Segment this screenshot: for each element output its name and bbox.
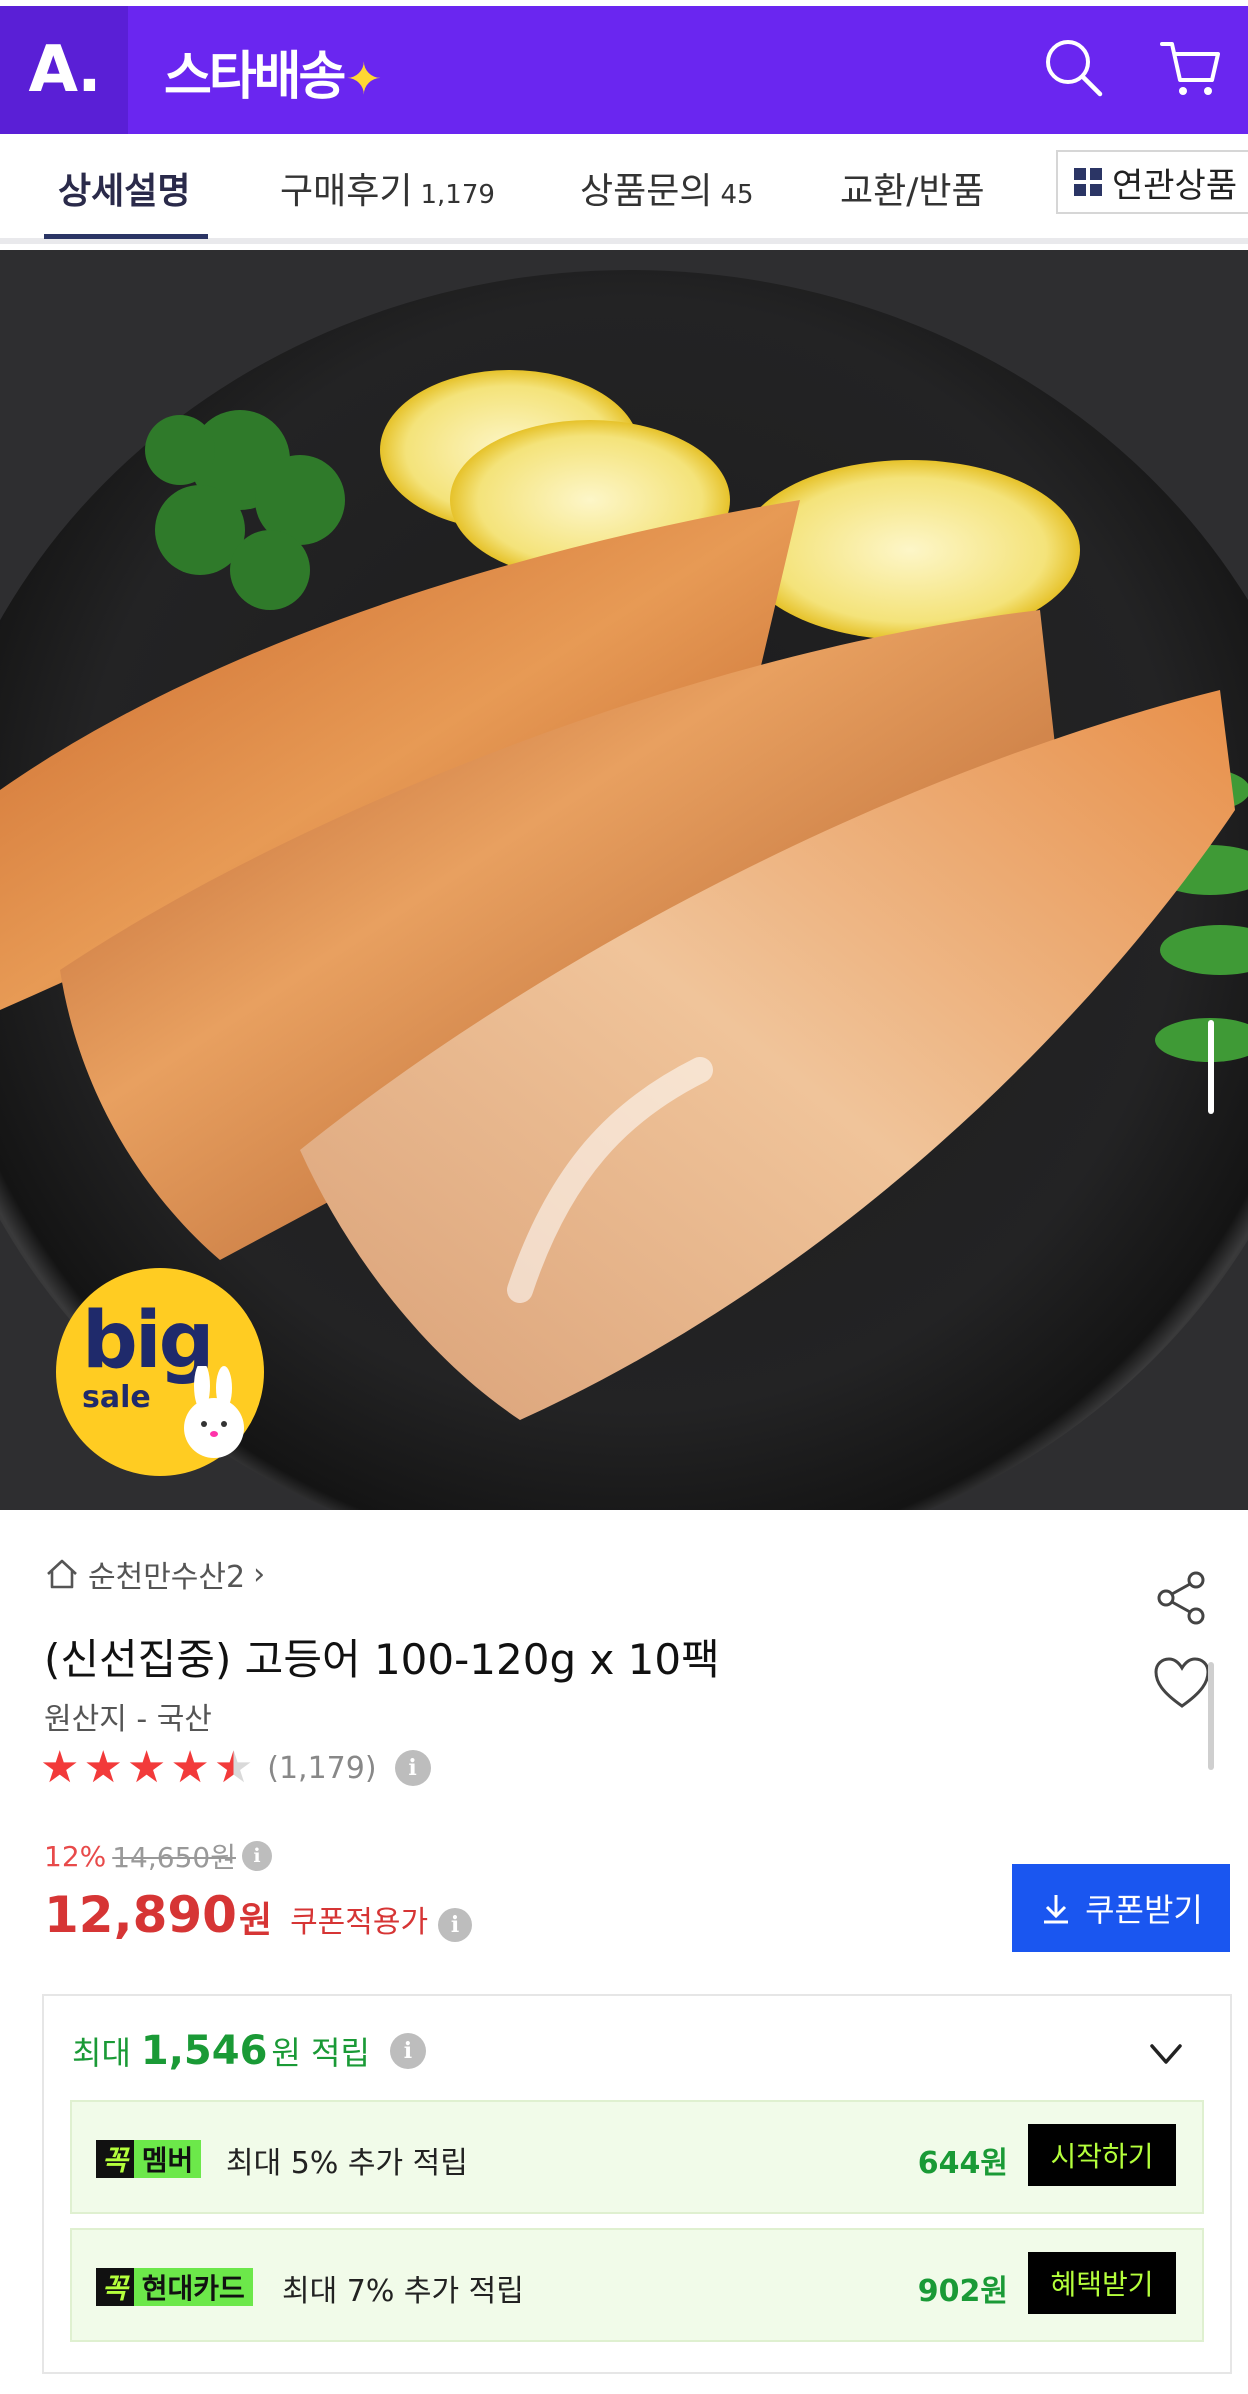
tab-label: 교환/반품 [840,171,985,212]
tab-count: 45 [720,180,754,210]
logo[interactable]: A. [0,6,128,134]
tab-detail[interactable]: 상세설명 [58,162,190,214]
info-icon[interactable]: i [241,1841,272,1871]
member-badge: 꼭 멤버 [96,2140,202,2178]
benefit-amount: 902원 [917,2274,1008,2309]
search-icon[interactable] [1042,36,1106,100]
badge-prefix: 꼭 [96,2140,134,2178]
product-image[interactable]: big sale [0,250,1248,1510]
star-icon: ★ [40,1742,80,1793]
rabbit-icon [184,1366,244,1458]
get-coupon-button[interactable]: 쿠폰받기 [1012,1864,1230,1952]
star-icon: ★ [170,1742,210,1793]
shop-link[interactable]: 순천만수산2 › [44,1552,265,1596]
rating-count: (1,179) [267,1750,377,1786]
points-amount: 1,546 [140,2028,268,2074]
star-icon: ★ [83,1742,123,1793]
price-unit: 원 [238,1900,273,1941]
tab-active-underline [44,234,208,239]
coupon-button-label: 쿠폰받기 [1085,1892,1203,1928]
tab-count: 1,179 [420,180,495,210]
benefit-amount: 644원 [917,2146,1008,2181]
tab-exchange-return[interactable]: 교환/반품 [840,162,985,214]
tab-reviews[interactable]: 구매후기 1,179 [280,162,495,214]
big-sale-badge: big sale [56,1268,264,1476]
get-card-benefit-button[interactable]: 혜택받기 [1028,2252,1176,2314]
rating-row[interactable]: ★ ★ ★ ★ ★ (1,179) i [40,1746,431,1790]
discount-row: 12% 14,650원 i [44,1836,272,1876]
product-title: (신선집중) 고등어 100-120g x 10팩 [44,1635,720,1684]
start-member-button[interactable]: 시작하기 [1028,2124,1176,2186]
side-scroll-indicator [1208,1662,1214,1770]
tab-qna[interactable]: 상품문의 45 [580,162,754,214]
heart-icon[interactable] [1152,1654,1212,1714]
points-suffix: 원 적립 [271,2034,370,2072]
chevron-down-icon[interactable] [1144,2032,1188,2076]
image-scroll-indicator [1208,1020,1214,1114]
original-price: 14,650원 [112,1841,236,1874]
sparkle-icon: ✦ [345,54,382,105]
download-icon [1044,1895,1069,1924]
points-panel: 최대 1,546 원 적립 i 꼭 멤버 최대 5% 추가 적립 644원 시작… [42,1994,1232,2374]
star-icon: ★ [126,1742,167,1793]
brand-title[interactable]: 스타배송✦ [164,34,382,109]
info-icon[interactable]: i [389,2033,426,2069]
benefit-text: 최대 5% 추가 적립 [226,2146,468,2181]
badge-prefix: 꼭 [96,2268,134,2306]
related-products-button[interactable]: 연관상품 [1056,150,1248,214]
price-row: 12,890 원 쿠폰적용가 i [44,1886,473,1944]
chevron-right-icon: › [253,1556,266,1592]
logo-text: A. [28,33,101,107]
detail-tabs: 상세설명 구매후기 1,179 상품문의 45 교환/반품 연관상품 [0,134,1248,244]
star-half-icon: ★ [213,1742,254,1793]
product-origin: 원산지 - 국산 [44,1702,212,1737]
points-prefix: 최대 [72,2034,131,2072]
discount-rate: 12% [44,1839,107,1873]
info-icon[interactable]: i [394,1750,431,1786]
related-label: 연관상품 [1112,165,1238,206]
home-icon [47,1559,77,1589]
coupon-price-label: 쿠폰적용가 [290,1905,429,1940]
badge-label: 현대카드 [133,2268,253,2306]
top-bar: A. 스타배송✦ [0,0,1248,134]
sale-price: 12,890 [44,1886,237,1944]
benefit-text: 최대 7% 추가 적립 [282,2274,524,2309]
card-badge: 꼭 현대카드 [96,2268,253,2306]
tab-label: 구매후기 [280,171,413,212]
member-benefit-row: 꼭 멤버 최대 5% 추가 적립 644원 시작하기 [70,2100,1204,2214]
tab-label: 상세설명 [58,171,191,212]
share-icon[interactable] [1150,1566,1214,1630]
brand-text: 스타배송 [164,47,346,107]
points-summary[interactable]: 최대 1,546 원 적립 i [72,2028,426,2074]
cart-icon[interactable] [1158,36,1222,100]
shop-name: 순천만수산2 [88,1560,246,1595]
grid-icon [1074,168,1102,196]
badge-label: 멤버 [133,2140,202,2178]
badge-sale-text: sale [82,1380,151,1415]
tab-label: 상품문의 [580,171,713,212]
card-benefit-row: 꼭 현대카드 최대 7% 추가 적립 902원 혜택받기 [70,2228,1204,2342]
status-strip [0,0,1248,6]
info-icon[interactable]: i [438,1908,473,1942]
